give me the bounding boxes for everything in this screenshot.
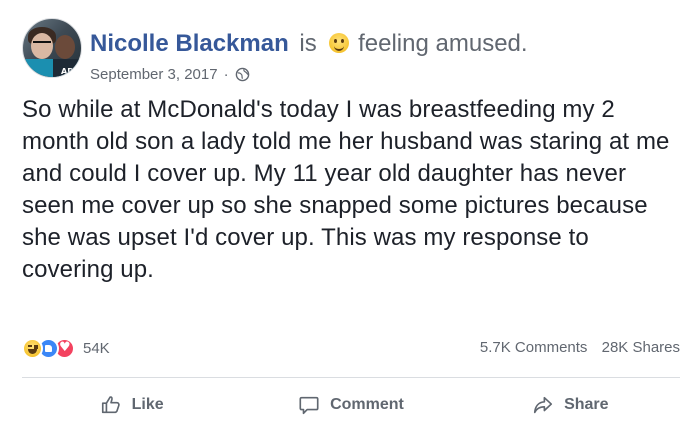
action-bar: Like Comment Share [22,386,680,424]
like-label: Like [131,396,164,413]
meta-separator: · [223,66,229,83]
shares-count[interactable]: 28K Shares [602,339,680,356]
smiling-face-icon [329,33,350,53]
reaction-count[interactable]: 54K [83,340,110,357]
avatar-glasses [33,41,51,45]
share-arrow-icon [534,396,553,414]
avatar-tag: ADP [61,67,80,76]
engagement-counts: 5.7K Comments 28K Shares [480,339,680,356]
author-name[interactable]: Nicolle Blackman [90,30,289,57]
share-button[interactable]: Share [461,386,680,424]
avatar-face-left [31,33,53,59]
feeling-status[interactable]: feeling amused. [358,30,527,57]
comment-label: Comment [330,396,404,413]
comment-button[interactable]: Comment [241,386,460,424]
avatar[interactable]: ADP [22,18,82,78]
avatar-face-right [55,35,75,59]
divider [22,377,680,378]
thumbs-up-icon [101,396,120,414]
globe-icon[interactable] [235,67,250,82]
post-body-text: So while at McDonald's today I was breas… [22,96,670,283]
comment-icon [299,396,319,415]
reactions-summary[interactable]: 54K [22,336,110,360]
haha-reaction-icon [22,337,43,359]
post-title-line: Nicolle Blackman is feeling amused. [90,30,528,58]
like-button[interactable]: Like [22,386,241,424]
post-header: ADP Nicolle Blackman is feeling amused. … [22,18,682,84]
comments-count[interactable]: 5.7K Comments [480,339,588,356]
post-date[interactable]: September 3, 2017 [90,66,218,83]
share-label: Share [564,396,609,413]
post-meta: September 3, 2017 · [90,66,250,83]
is-word: is [299,30,317,57]
